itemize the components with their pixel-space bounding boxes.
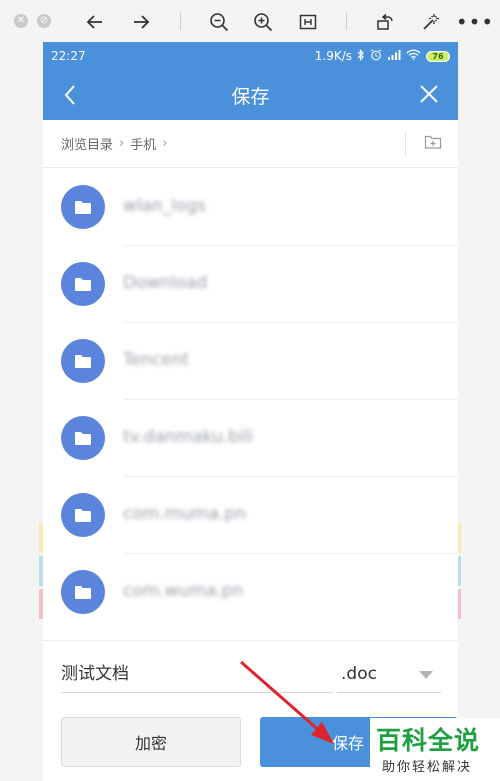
bluetooth-icon [357, 48, 365, 64]
watermark-subtitle: 助你轻松解决 [382, 760, 473, 775]
page-title: 保存 [231, 85, 270, 108]
list-item[interactable]: com.muma.pn [43, 477, 458, 554]
app-header: 保存 [43, 70, 458, 120]
breadcrumb-item-phone[interactable]: 手机 [130, 134, 156, 153]
folder-icon [61, 570, 105, 614]
filename-input[interactable]: 测试文档 [61, 655, 333, 693]
folder-name: Download [123, 273, 208, 293]
more-icon[interactable]: ••• [456, 9, 493, 35]
image-viewer-toolbar: ✕ ⊘ ••• [0, 0, 500, 42]
folder-icon [61, 185, 105, 229]
watermark-logo: 百科全说 助你轻松解决 [370, 718, 500, 781]
alarm-icon [370, 49, 382, 64]
extension-value: .doc [341, 664, 377, 684]
magic-wand-icon[interactable] [418, 9, 444, 35]
zoom-in-icon[interactable] [250, 9, 276, 35]
zoom-out-icon[interactable] [206, 9, 232, 35]
list-item[interactable]: Tencent [43, 323, 458, 400]
battery-indicator: 76 [426, 50, 450, 62]
chevron-right-icon: › [119, 136, 125, 151]
folder-name: tv.danmaku.bili [123, 427, 254, 447]
chevron-right-icon: › [162, 136, 168, 151]
status-bar: 22:27 1.9K/s 76 [43, 42, 458, 70]
block-icon[interactable]: ⊘ [37, 14, 51, 28]
close-circle-icon[interactable]: ✕ [14, 14, 28, 28]
phone-screen: 22:27 1.9K/s 76 保存 浏览目录 › 手机 › wlan_logs… [43, 42, 458, 781]
extension-select[interactable]: .doc [337, 655, 441, 693]
fit-icon[interactable] [295, 9, 321, 35]
breadcrumb: 浏览目录 › 手机 › [43, 120, 458, 168]
list-item[interactable]: wlan_logs [43, 169, 458, 246]
folder-icon [61, 493, 105, 537]
folder-list: wlan_logs Download Tencent tv.danmaku.bi… [43, 169, 458, 631]
close-icon[interactable] [418, 83, 440, 109]
toolbar-divider [346, 12, 347, 30]
back-icon[interactable] [63, 83, 77, 111]
list-item[interactable]: tv.danmaku.bili [43, 400, 458, 477]
folder-icon [61, 262, 105, 306]
watermark-title: 百科全说 [376, 726, 481, 755]
folder-name: com.wuma.pn [123, 581, 244, 601]
new-folder-icon[interactable] [424, 134, 442, 154]
status-time: 22:27 [51, 49, 86, 63]
folder-name: Tencent [123, 350, 189, 370]
toolbar-divider [180, 12, 181, 30]
signal-icon [387, 49, 401, 63]
list-item[interactable]: com.wuma.pn [43, 554, 458, 631]
network-speed: 1.9K/s [314, 49, 352, 63]
wifi-icon [406, 49, 421, 63]
chevron-down-icon [419, 671, 433, 679]
arrow-left-icon[interactable] [82, 9, 108, 35]
folder-icon [61, 339, 105, 383]
list-item[interactable]: Download [43, 246, 458, 323]
folder-name: wlan_logs [123, 196, 207, 216]
folder-name: com.muma.pn [123, 504, 246, 524]
rotate-icon[interactable] [372, 9, 398, 35]
arrow-right-icon[interactable] [128, 9, 154, 35]
encrypt-button[interactable]: 加密 [61, 717, 241, 767]
folder-icon [61, 416, 105, 460]
breadcrumb-item-browse[interactable]: 浏览目录 [61, 134, 113, 153]
